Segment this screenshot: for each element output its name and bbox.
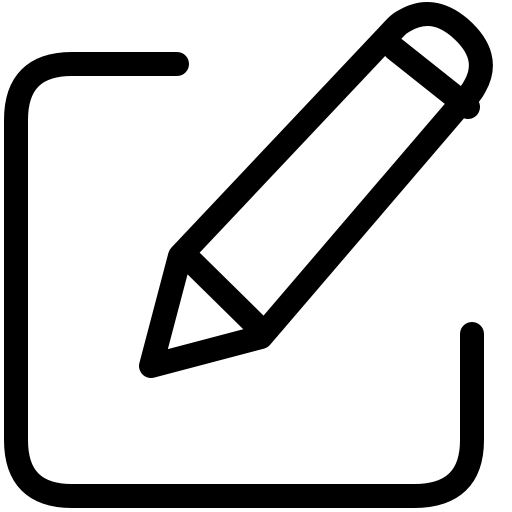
edit-icon (4, 1, 493, 508)
document-frame (4, 52, 484, 508)
pencil-ferrule-line (383, 37, 480, 119)
pencil-tip-line (178, 248, 267, 336)
edit-icon-canvas (0, 0, 512, 512)
